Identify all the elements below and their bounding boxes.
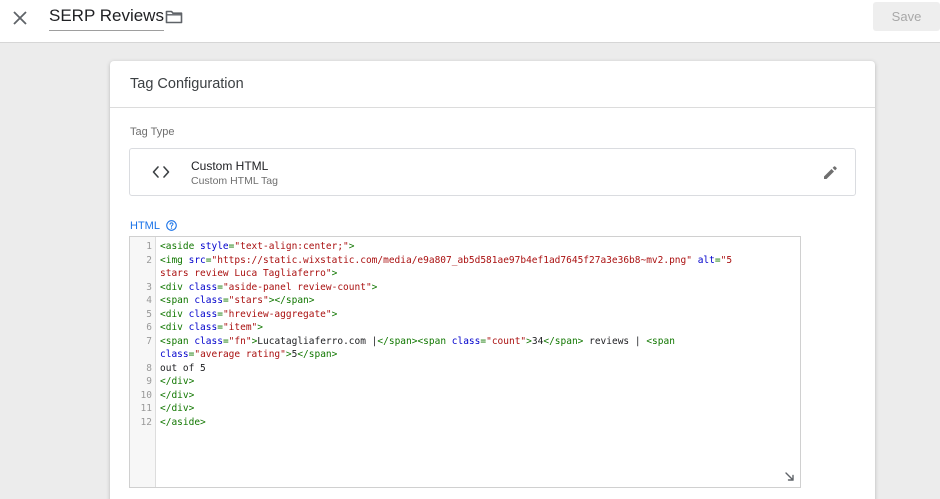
code-line: </aside> [160,416,206,430]
code-token: "item" [222,322,258,333]
code-token: "count" [486,335,527,347]
code-line: <div class="item"> [160,321,263,335]
code-line: </div> [160,375,194,389]
card-title: Tag Configuration [130,76,244,92]
close-button[interactable] [8,6,32,30]
close-icon [13,11,27,25]
tag-type-label: Tag Type [130,126,175,138]
code-token: style [200,241,229,252]
code-token: "average rating" [194,349,286,360]
line-number: 11 [140,403,152,414]
code-token: alt [697,254,715,266]
code-token: </span> [543,335,584,347]
code-token: 34 [531,335,544,347]
save-button[interactable]: Save [873,2,940,31]
code-token: <div [160,308,189,320]
code-token: </span> [297,349,338,360]
code-token: class [188,281,218,293]
line-number: 1 [146,241,152,252]
code-token: "text-align:center;" [234,241,349,252]
tag-type-selector[interactable]: Custom HTML Custom HTML Tag [129,148,856,196]
code-line: out of 5 [160,362,206,376]
code-line: class="average rating">5</span> [160,348,337,362]
code-token: "5 [720,254,733,266]
folder-button[interactable] [163,7,185,27]
line-number: 2 [146,254,152,266]
code-token: <div [160,281,189,293]
line-number: 3 [146,281,152,293]
code-token: Lucatagliaferro.com | [257,335,378,347]
code-line: <span class="fn">Lucatagliaferro.com |</… [160,335,675,349]
code-token: reviews | [583,335,647,347]
code-line: <img src="https://static.wixstatic.com/m… [160,254,732,268]
line-number-gutter: 1 2 3 4 5 6 7 8 9 10 11 12 [130,237,156,487]
code-token: class [194,295,223,306]
code-token: "stars" [228,295,269,306]
code-token: stars review Luca Tagliaferro" [160,268,332,279]
code-token: <span [160,335,195,347]
tag-type-description: Custom HTML Tag [191,175,278,187]
code-token: </aside> [160,416,206,428]
code-line: </div> [160,402,194,416]
tag-type-name: Custom HTML [191,159,269,173]
pencil-icon[interactable] [822,165,838,181]
code-line: </div> [160,389,194,403]
code-token: <aside [160,241,201,252]
line-number: 6 [146,322,152,333]
code-token: class [160,349,189,360]
line-number: 8 [146,362,152,374]
help-icon[interactable] [166,220,177,231]
code-line: <div class="hreview-aggregate"> [160,308,337,322]
code-token: class [188,308,218,320]
html-label: HTML [130,220,160,232]
line-number: 4 [146,295,152,306]
code-token: <span [646,335,675,347]
code-token: ></span> [268,295,315,306]
code-token: class [188,322,218,333]
code-token: class [194,335,223,347]
code-icon [152,166,170,178]
code-token: "aside-panel review-count" [222,281,372,293]
code-token: > [371,281,378,293]
code-token: > [348,241,355,252]
code-token: <img [160,254,189,266]
code-token: </span><span [377,335,452,347]
line-number: 7 [146,335,152,347]
tag-name-input[interactable]: SERP Reviews [49,6,164,31]
code-token: <div [160,322,189,333]
line-number: 5 [146,308,152,320]
code-line: <span class="stars"></span> [160,294,314,308]
code-token: "fn" [228,335,252,347]
code-token: <span [160,295,195,306]
code-token: "hreview-aggregate" [222,308,332,320]
code-line: <div class="aside-panel review-count"> [160,281,377,295]
line-number: 12 [140,416,152,428]
code-token: "https://static.wixstatic.com/media/e9a8… [211,254,692,266]
code-token: </div> [160,389,195,401]
code-token: out of 5 [160,362,206,374]
tag-configuration-card: Tag Configuration Tag Type Custom HTML C… [110,61,875,499]
line-number: 9 [146,376,152,387]
code-token: class [451,335,481,347]
code-token: > [257,322,264,333]
code-token: > [331,308,338,320]
code-token: </div> [160,376,195,387]
card-header: Tag Configuration [110,61,875,108]
html-code-editor[interactable]: 1 2 3 4 5 6 7 8 9 10 11 12 <aside style="text-align… [129,236,801,488]
top-bar: SERP Reviews Save [0,0,940,43]
code-line: <aside style="text-align:center;"> [160,240,355,254]
folder-icon [165,10,183,24]
code-token: </div> [160,403,195,414]
resize-handle-icon[interactable] [784,471,795,482]
line-number: 10 [140,389,152,401]
code-token: > [331,268,338,279]
code-token: src [188,254,206,266]
code-line: stars review Luca Tagliaferro"> [160,267,337,281]
